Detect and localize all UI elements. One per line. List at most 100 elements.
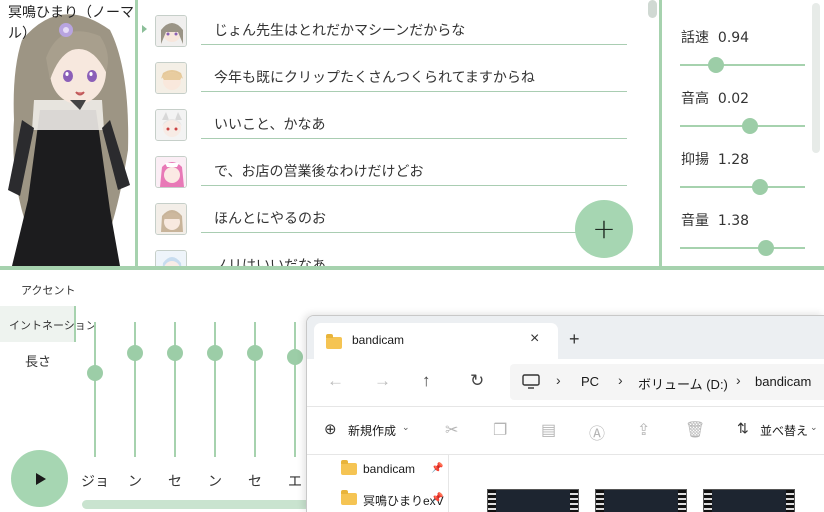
forward-arrow-icon[interactable]: → bbox=[374, 371, 391, 391]
pin-icon[interactable]: 📌 bbox=[431, 493, 443, 504]
mora-label: ン bbox=[128, 474, 142, 490]
share-icon[interactable]: ⇪ bbox=[637, 420, 650, 440]
breadcrumb-item[interactable]: ボリューム (D:) bbox=[638, 374, 728, 393]
address-bar[interactable]: › PC › ボリューム (D:) › bandicam bbox=[510, 364, 824, 400]
new-item-button[interactable]: 新規作成 bbox=[348, 422, 396, 439]
refresh-icon[interactable]: ↻ bbox=[470, 371, 484, 391]
intonation-slider-track[interactable] bbox=[254, 322, 256, 457]
video-thumbnail[interactable] bbox=[487, 489, 579, 512]
param-panel-scrollbar[interactable] bbox=[812, 3, 820, 153]
dialog-row[interactable]: ノリはいいだなあ bbox=[141, 235, 631, 266]
dialog-text[interactable]: 今年も既にクリップたくさんつくられてますからね bbox=[214, 67, 535, 87]
intonation-slider-knob[interactable] bbox=[127, 345, 143, 362]
mora-label: セ bbox=[168, 474, 182, 490]
voice-parameter-panel: 話速 0.94 音高 0.02 抑揚 1.28 音量 1.38 bbox=[659, 0, 824, 270]
param-label: 話速 0.94 bbox=[681, 30, 750, 46]
folder-icon bbox=[341, 460, 357, 475]
dialog-list-scrollbar[interactable] bbox=[648, 0, 657, 18]
mora-label: ジョ bbox=[81, 474, 109, 490]
intonation-slider-track[interactable] bbox=[294, 322, 296, 457]
dialog-text[interactable]: で、お店の営業後なわけだけどお bbox=[214, 161, 423, 181]
intonation-slider-track[interactable] bbox=[174, 322, 176, 457]
intonation-slider-knob[interactable] bbox=[287, 349, 303, 366]
intonation-slider-knob[interactable] bbox=[207, 345, 223, 362]
explorer-tab[interactable]: bandicam × bbox=[314, 323, 558, 359]
param-slider-knob[interactable] bbox=[708, 57, 725, 73]
intonation-slider-knob[interactable] bbox=[247, 345, 263, 362]
param-slider-track[interactable] bbox=[680, 57, 805, 73]
tab-intonation[interactable]: イントネーション bbox=[0, 306, 97, 342]
explorer-sidebar: bandicam 📌 冥鳴ひまりexV 📌 bbox=[307, 455, 449, 512]
intonation-slider-track[interactable] bbox=[214, 322, 216, 457]
rename-icon[interactable]: Ⓐ bbox=[589, 420, 605, 444]
close-tab-icon[interactable]: × bbox=[530, 330, 539, 348]
param-slider-knob[interactable] bbox=[752, 179, 768, 195]
dialog-row[interactable]: 今年も既にクリップたくさんつくられてますからね bbox=[141, 47, 631, 94]
video-thumbnail[interactable] bbox=[595, 489, 687, 512]
dialog-row[interactable]: じょん先生はとれだかマシーンだからな bbox=[141, 0, 631, 47]
character-name: 冥鳴ひまり（ノーマル） bbox=[8, 5, 134, 42]
character-avatar[interactable] bbox=[155, 203, 187, 235]
sidebar-item-bandicam[interactable]: bandicam bbox=[363, 462, 415, 476]
breadcrumb-item[interactable]: bandicam bbox=[755, 374, 811, 389]
cut-icon[interactable]: ✂ bbox=[445, 420, 458, 440]
explorer-tab-title: bandicam bbox=[352, 333, 405, 347]
up-arrow-icon[interactable]: ↑ bbox=[422, 371, 431, 391]
tab-length[interactable]: 長さ bbox=[25, 351, 51, 370]
dialog-text[interactable]: ノリはいいだなあ bbox=[214, 255, 326, 266]
file-explorer-window[interactable]: bandicam × + ← → ↑ ↻ › PC › ボリューム (D:) ›… bbox=[306, 315, 824, 512]
dialog-text[interactable]: いいこと、かなあ bbox=[214, 114, 325, 134]
character-avatar[interactable] bbox=[155, 156, 187, 188]
back-arrow-icon[interactable]: ← bbox=[327, 371, 344, 391]
sort-button[interactable]: 並べ替え bbox=[760, 422, 808, 439]
intonation-scrollbar[interactable] bbox=[82, 500, 312, 509]
intonation-slider-knob[interactable] bbox=[167, 345, 183, 362]
panel-divider bbox=[0, 266, 824, 270]
character-avatar[interactable] bbox=[155, 250, 187, 266]
param-slider-track[interactable] bbox=[680, 179, 805, 195]
dialog-row[interactable]: ほんとにやるのお bbox=[141, 188, 631, 235]
mora-label: エ bbox=[288, 474, 302, 490]
character-avatar[interactable] bbox=[155, 109, 187, 141]
param-label: 音量 1.38 bbox=[681, 213, 750, 229]
play-button[interactable] bbox=[11, 450, 68, 507]
intonation-slider-knob[interactable] bbox=[87, 365, 103, 382]
dialog-row[interactable]: いいこと、かなあ bbox=[141, 94, 631, 141]
breadcrumb-item[interactable]: PC bbox=[581, 374, 599, 389]
chevron-down-icon: ⌄ bbox=[402, 422, 410, 432]
plus-icon: + bbox=[592, 212, 616, 245]
dialog-text[interactable]: じょん先生はとれだかマシーンだからな bbox=[214, 20, 465, 40]
video-thumbnail[interactable] bbox=[703, 489, 795, 512]
folder-icon bbox=[341, 490, 357, 505]
delete-icon[interactable]: 🗑 bbox=[685, 420, 705, 440]
new-tab-button[interactable]: + bbox=[569, 329, 580, 350]
param-slider-track[interactable] bbox=[680, 240, 805, 256]
character-avatar[interactable] bbox=[155, 15, 187, 47]
breadcrumb-chevron-icon: › bbox=[618, 372, 623, 388]
intonation-slider-track[interactable] bbox=[134, 322, 136, 457]
row-underline bbox=[201, 232, 627, 233]
paste-icon[interactable]: ▤ bbox=[541, 420, 556, 440]
param-label: 抑揚 1.28 bbox=[681, 152, 750, 168]
copy-icon[interactable]: ❐ bbox=[493, 420, 507, 440]
explorer-body: bandicam 📌 冥鳴ひまりexV 📌 bbox=[307, 454, 824, 512]
play-icon bbox=[35, 472, 46, 485]
add-line-button[interactable]: + bbox=[575, 200, 633, 258]
dialog-text[interactable]: ほんとにやるのお bbox=[214, 208, 326, 228]
row-underline bbox=[201, 44, 627, 45]
tab-accent[interactable]: アクセント bbox=[21, 282, 75, 298]
tab-intonation-label: イントネーション bbox=[9, 319, 97, 332]
dialog-row[interactable]: で、お店の営業後なわけだけどお bbox=[141, 141, 631, 188]
intonation-slider-track[interactable] bbox=[94, 322, 96, 457]
character-avatar[interactable] bbox=[155, 62, 187, 94]
add-circle-icon: ⊕ bbox=[324, 421, 337, 438]
explorer-navigation-bar: ← → ↑ ↻ › PC › ボリューム (D:) › bandicam bbox=[307, 359, 824, 406]
param-slider-knob[interactable] bbox=[758, 240, 775, 256]
param-slider-knob[interactable] bbox=[742, 118, 758, 134]
explorer-toolbar: ⊕ 新規作成 ⌄ ✂ ❐ ▤ Ⓐ ⇪ 🗑 ⇅ 並べ替え ⌄ bbox=[307, 406, 824, 454]
param-slider-track[interactable] bbox=[680, 118, 805, 134]
mora-label: ン bbox=[208, 474, 222, 490]
pin-icon[interactable]: 📌 bbox=[431, 463, 443, 474]
row-underline bbox=[201, 185, 627, 186]
computer-icon bbox=[522, 374, 540, 389]
